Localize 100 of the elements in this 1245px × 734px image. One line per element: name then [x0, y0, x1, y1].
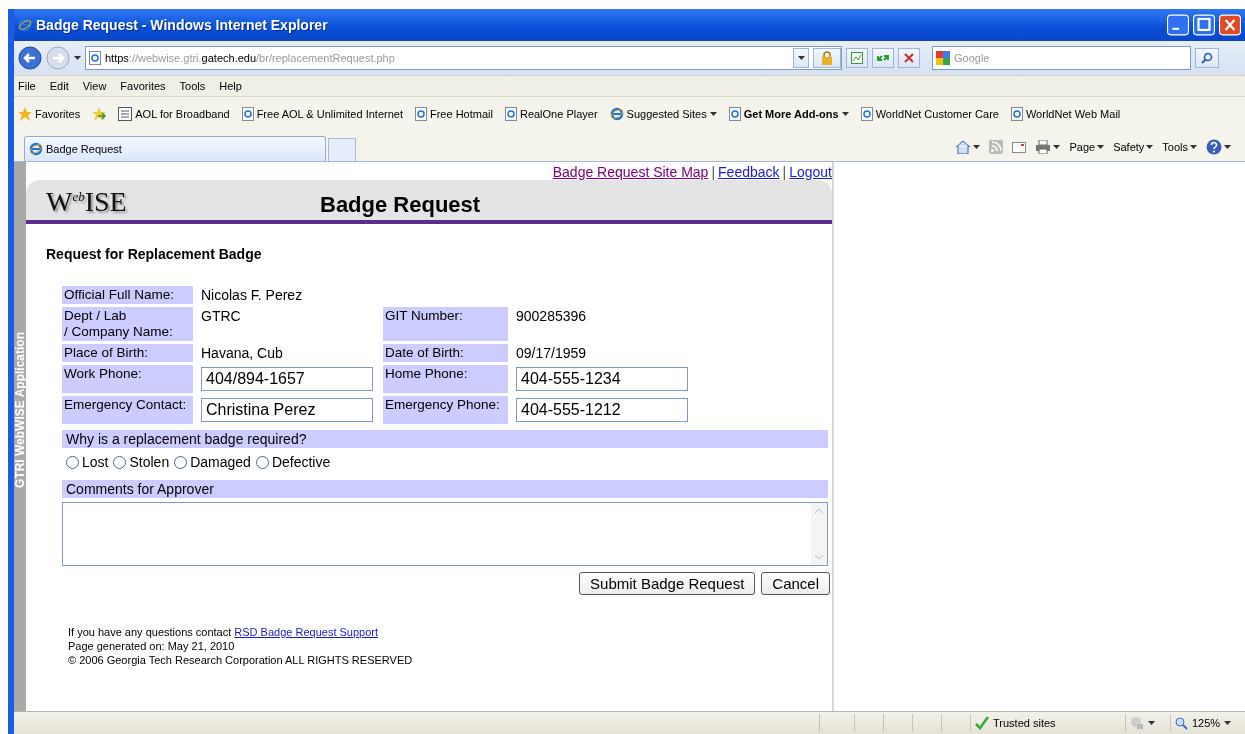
radio-button[interactable]: [66, 455, 79, 469]
search-button[interactable]: [1195, 48, 1219, 68]
zoom-level[interactable]: 125%: [1192, 717, 1221, 729]
input-field[interactable]: Christina Perez: [201, 398, 373, 422]
home-button[interactable]: [955, 140, 981, 154]
favorites-link[interactable]: AOL for Broadband: [118, 107, 230, 121]
menu-item[interactable]: Favorites: [120, 80, 166, 92]
reason-radio-option[interactable]: Stolen: [113, 454, 170, 470]
header-link[interactable]: Badge Request Site Map: [552, 164, 709, 180]
address-field[interactable]: https://webwise.gtri.gatech.edu/br/replacementRequest.php: [85, 46, 842, 70]
page-heading: Badge Request: [320, 192, 481, 218]
menu-item[interactable]: Edit: [49, 80, 69, 92]
print-button[interactable]: [1035, 140, 1061, 154]
page-icon: [504, 107, 517, 121]
back-button[interactable]: [18, 46, 42, 70]
address-dropdown-button[interactable]: [793, 48, 809, 68]
field-label: Work Phone:: [62, 365, 193, 393]
favorites-link[interactable]: WorldNet Customer Care: [860, 107, 999, 121]
field-label: GIT Number:: [383, 307, 508, 341]
radio-button[interactable]: [113, 455, 127, 469]
input-field[interactable]: 404-555-1234: [516, 367, 688, 391]
link-separator: |: [711, 164, 716, 180]
header-link[interactable]: Feedback: [718, 164, 780, 180]
page-icon: [89, 51, 101, 65]
favorites-link[interactable]: Free Hotmail: [414, 107, 493, 121]
field-label: Date of Birth:: [383, 344, 508, 362]
caret-icon: [973, 144, 981, 150]
radio-button[interactable]: [174, 455, 188, 469]
favorites-link[interactable]: Free AOL & Unlimited Internet: [241, 107, 403, 121]
caret-icon: [1224, 144, 1231, 150]
comments-field[interactable]: [62, 502, 828, 566]
section-label: Comments for Approver: [62, 480, 828, 498]
security-zone: Trusted sites: [993, 717, 1056, 729]
input-field[interactable]: 404-555-1212: [516, 398, 688, 422]
caret-icon: [1224, 720, 1232, 726]
add-favorite-icon[interactable]: [92, 107, 107, 121]
zoom-icon: [1175, 716, 1188, 730]
support-link[interactable]: RSD Badge Request Support: [234, 626, 379, 638]
menu-item[interactable]: Help: [219, 80, 242, 92]
caret-icon: [709, 111, 717, 117]
close-button[interactable]: [1219, 14, 1241, 36]
history-caret-icon: [74, 55, 81, 61]
search-icon: [1201, 52, 1213, 64]
help-button[interactable]: [1206, 139, 1231, 155]
stop-button[interactable]: [898, 48, 920, 68]
browser-tab[interactable]: Badge Request: [24, 136, 326, 161]
compatibility-view-button[interactable]: [846, 48, 868, 68]
house-icon: [955, 140, 972, 154]
url-text: ://webwise.gtri.: [128, 52, 202, 64]
search-provider-icon: [936, 51, 950, 65]
caret-icon: [1146, 144, 1154, 150]
favorites-link[interactable]: Get More Add-ons: [728, 107, 849, 121]
page-icon: [851, 52, 863, 64]
maximize-button[interactable]: [1193, 14, 1215, 36]
caret-icon: [841, 111, 849, 117]
field-value: 900285396: [516, 308, 587, 324]
close-icon: [904, 53, 914, 63]
minimize-button[interactable]: [1167, 14, 1189, 36]
favorites-button[interactable]: Favorites: [18, 107, 81, 121]
page-icon: [414, 107, 427, 121]
command-menu[interactable]: Tools: [1162, 141, 1197, 153]
webwise-logo: W$^{eb}$ISE: [45, 186, 128, 219]
field-label: Home Phone:: [383, 365, 508, 393]
field-label: Emergency Phone:: [383, 396, 508, 424]
caret-icon: [797, 55, 805, 61]
grid-page-icon: [118, 107, 133, 121]
field-value: Havana, Cub: [201, 345, 283, 361]
checkmark-icon: [975, 716, 989, 730]
favorites-link[interactable]: WorldNet Web Mail: [1010, 107, 1121, 121]
favorites-link[interactable]: RealOne Player: [504, 107, 598, 121]
command-menu[interactable]: Page: [1069, 141, 1105, 153]
radio-button[interactable]: [255, 455, 269, 469]
mail-icon[interactable]: [1012, 141, 1027, 153]
footer-text: If you have any questions contact RSD Badge Request Support: [68, 625, 380, 639]
command-menu[interactable]: Safety: [1113, 141, 1154, 153]
reason-radio-option[interactable]: Lost: [66, 454, 109, 470]
footer-text: Page generated on: May 21, 2010: [68, 639, 236, 653]
favorites-link[interactable]: Suggested Sites: [609, 107, 717, 121]
field-value: GTRC: [201, 308, 241, 324]
reason-radio-option[interactable]: Damaged: [174, 454, 251, 470]
field-label: Dept / Lab / Company Name:: [62, 307, 193, 341]
refresh-button[interactable]: [872, 48, 894, 68]
star-icon: [18, 107, 32, 121]
menu-item[interactable]: Tools: [179, 80, 206, 92]
caret-icon: [1053, 144, 1061, 150]
submit-button[interactable]: Submit Badge Request: [579, 572, 756, 595]
reason-radio-option[interactable]: Defective: [255, 454, 331, 470]
page-icon: [860, 107, 873, 121]
footer-text: © 2006 Georgia Tech Research Corporation ALL RIGHTS RESERVED: [68, 653, 414, 667]
menu-item[interactable]: View: [82, 80, 107, 92]
cancel-button[interactable]: Cancel: [761, 572, 830, 595]
padlock-icon: [821, 51, 833, 65]
refresh-icon: [876, 52, 890, 64]
url-text: https: [105, 52, 129, 64]
field-label: Place of Birth:: [62, 344, 193, 362]
field-value: 09/17/1959: [516, 345, 587, 361]
header-link[interactable]: Logout: [789, 164, 832, 180]
input-field[interactable]: 404/894-1657: [201, 367, 373, 391]
menu-item[interactable]: File: [18, 80, 36, 92]
url-text: gatech.edu: [201, 52, 257, 64]
